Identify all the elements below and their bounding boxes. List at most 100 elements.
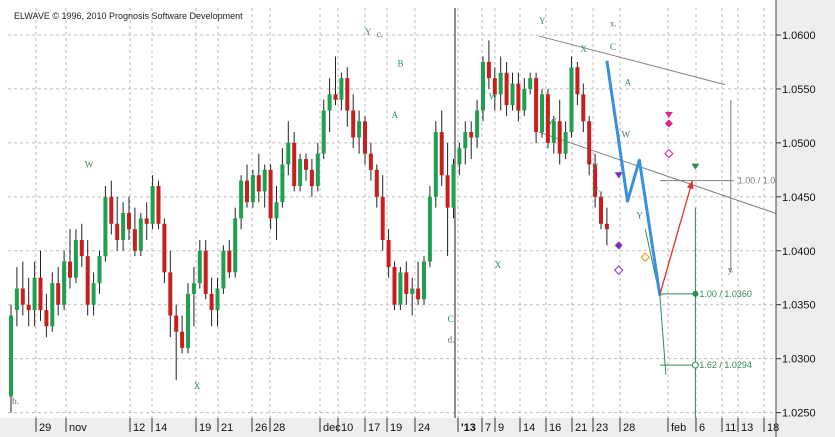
price-chart[interactable]: 1.00 / 1.04651.00 / 1.03601.62 / 1.0294 … xyxy=(0,0,835,437)
candle-bull xyxy=(215,288,220,311)
candle-bear xyxy=(79,239,84,257)
candle-bull xyxy=(50,283,55,327)
wave-label: C xyxy=(448,314,454,324)
candle-bear xyxy=(44,310,49,327)
candle-bear xyxy=(115,223,120,240)
candle-bull xyxy=(327,94,332,111)
candle-bear xyxy=(109,196,114,224)
candle-bear xyxy=(162,223,167,273)
wave-label: X xyxy=(495,260,502,270)
candle-bear xyxy=(127,213,131,230)
candle-bull xyxy=(239,180,244,219)
x-tick-label: 14 xyxy=(523,422,535,434)
candle-bull xyxy=(138,218,143,251)
x-tick-label: '13 xyxy=(461,422,476,434)
candle-bull xyxy=(563,132,568,154)
candle-bull xyxy=(97,256,102,284)
candle-bull xyxy=(433,132,438,197)
x-tick-label: 19 xyxy=(390,422,402,434)
wave-label: c. xyxy=(377,29,383,39)
candle-bear xyxy=(363,121,367,154)
wave-label: y. xyxy=(728,264,734,274)
candle-bull xyxy=(357,121,362,138)
candle-bear xyxy=(557,121,562,154)
candle-bull xyxy=(150,186,155,224)
x-tick-label: 29 xyxy=(39,422,51,434)
wave-label: W xyxy=(489,92,498,102)
candle-bear xyxy=(516,83,521,111)
candle-bull xyxy=(280,164,285,203)
candle-bear xyxy=(368,153,373,170)
x-tick-label: 6 xyxy=(699,422,705,434)
x-tick-label: dec xyxy=(323,422,341,434)
wave-label: W xyxy=(622,129,631,139)
candle-bull xyxy=(221,250,226,289)
candle-bear xyxy=(227,250,232,273)
candle-bull xyxy=(315,153,320,187)
candle-bear xyxy=(245,180,249,203)
candle-bull xyxy=(286,142,291,165)
candle-bull xyxy=(62,261,67,305)
candle-bear xyxy=(386,239,391,267)
target-point-open xyxy=(691,361,699,369)
candle-bear xyxy=(581,94,586,122)
x-tick-label: 28 xyxy=(623,422,635,434)
candle-bear xyxy=(333,94,338,100)
candle-bull xyxy=(410,288,415,294)
candle-bear xyxy=(445,175,450,208)
chart-title: ELWAVE © 1996, 2010 Prognosis Software D… xyxy=(14,11,243,21)
candle-bull xyxy=(73,239,78,278)
candle-bear xyxy=(439,132,444,176)
candle-bear xyxy=(174,315,179,332)
x-tick-label: 28 xyxy=(273,422,285,434)
candle-bull xyxy=(298,159,303,187)
wave-label: w. xyxy=(592,183,600,193)
wave-label: W xyxy=(85,160,94,170)
candle-bear xyxy=(304,159,308,170)
x-tick-label: 18 xyxy=(767,422,779,434)
candle-bear xyxy=(309,169,314,187)
candle-bull xyxy=(9,315,13,397)
x-tick-label: 10 xyxy=(341,422,353,434)
y-tick-label: 1.0250 xyxy=(782,408,816,420)
x-tick-label: nov xyxy=(69,422,87,434)
wave-label: d. xyxy=(448,334,455,344)
wave-label: X xyxy=(580,44,587,54)
y-tick-label: 1.0600 xyxy=(782,30,816,42)
candle-bear xyxy=(156,186,161,224)
candle-bear xyxy=(256,175,261,192)
wave-label: A xyxy=(625,78,632,88)
candle-bear xyxy=(587,121,592,165)
candle-bull xyxy=(103,196,108,257)
candle-bull xyxy=(233,218,238,273)
x-tick-label: 7 xyxy=(485,422,491,434)
candle-bear xyxy=(132,229,137,251)
y-tick-label: 1.0450 xyxy=(782,192,816,204)
candle-bear xyxy=(534,78,539,133)
wave-label: W xyxy=(548,117,557,127)
candle-bear xyxy=(268,169,273,219)
candle-bull xyxy=(321,110,326,154)
candle-bull xyxy=(528,78,533,89)
candle-bear xyxy=(599,196,603,224)
y-tick-label: 1.0300 xyxy=(782,354,816,366)
target-point xyxy=(692,290,699,297)
y-axis-panel xyxy=(776,0,835,437)
level-label: 1.62 / 1.0294 xyxy=(699,360,752,370)
x-tick-label: 24 xyxy=(418,422,430,434)
candle-bear xyxy=(416,288,421,300)
wave-label: A xyxy=(392,110,399,120)
x-tick-label: 26 xyxy=(255,422,267,434)
candle-bear xyxy=(180,331,185,348)
x-tick-label: 17 xyxy=(368,422,380,434)
candle-bear xyxy=(380,196,385,240)
x-tick-label: 21 xyxy=(575,422,587,434)
candle-bull xyxy=(475,110,480,138)
candle-bear xyxy=(85,256,90,305)
y-tick-label: 1.0550 xyxy=(782,84,816,96)
wave-label: C xyxy=(610,42,616,52)
x-tick-label: 14 xyxy=(155,422,167,434)
wave-label: Y xyxy=(636,210,643,220)
candle-bear xyxy=(38,277,43,311)
candle-bull xyxy=(398,272,403,305)
